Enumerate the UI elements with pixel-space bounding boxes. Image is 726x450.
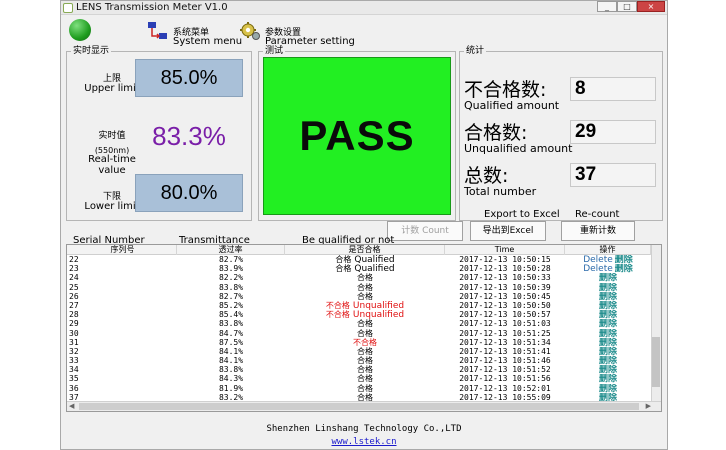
table-row[interactable]: 25 83.8% 2017-12-13 10:50:39 合格 删除 <box>67 282 661 293</box>
header-transmittance[interactable]: 透过率 <box>177 245 285 255</box>
pass-indicator: PASS <box>263 57 451 215</box>
toolbar: 系统菜单 System menu 参数设置 Parameter setting <box>61 15 667 47</box>
table-row[interactable]: 34 83.8% 2017-12-13 10:51:52 合格 删除 <box>67 365 661 375</box>
table-row[interactable]: 24 82.2% 2017-12-13 10:50:33 合格 删除 <box>67 273 661 283</box>
scroll-right-arrow-icon[interactable]: ▶ <box>646 402 651 410</box>
header-time[interactable]: Time <box>445 245 565 255</box>
row-result-zh: 合格 <box>357 365 373 375</box>
system-menu-label-en: System menu <box>173 36 243 47</box>
horizontal-scroll-thumb[interactable] <box>79 403 639 410</box>
realtime-group-label: 实时显示 <box>71 46 112 57</box>
fail-count-label-zh: 不合格数: <box>464 79 547 101</box>
recount-caption: Re-count <box>575 209 620 220</box>
pass-count-label-en: Unqualified amount <box>464 142 573 155</box>
network-icon <box>148 22 167 39</box>
header-result[interactable]: 是否合格 <box>285 245 445 255</box>
footer-company: Shenzhen Linshang Technology Co.,LTD <box>266 424 462 434</box>
minimize-button[interactable]: _ <box>597 1 617 12</box>
table-row[interactable]: 35 84.3% 2017-12-13 10:51:56 合格 删除 <box>67 374 661 384</box>
row-result-zh: 合格 <box>335 264 352 274</box>
recount-button[interactable]: 重新计数 <box>561 221 635 241</box>
vertical-scrollbar[interactable] <box>651 245 661 403</box>
total-count-value: 37 <box>570 163 656 187</box>
table-body: 22 82.7% 2017-12-13 10:50:15 合格 Qualified Del… <box>67 255 661 403</box>
upper-limit-value: 85.0% <box>135 59 243 97</box>
scroll-left-arrow-icon[interactable]: ◀ <box>69 402 74 410</box>
realtime-label-zh: 实时值 <box>98 131 126 141</box>
row-result-zh: 合格 <box>357 319 373 329</box>
system-menu-button[interactable]: 系统菜单 System menu <box>147 19 243 47</box>
row-result-zh: 合格 <box>357 291 373 301</box>
row-result-zh: 合格 <box>357 383 373 393</box>
fail-count-label-en: Qualified amount <box>464 99 560 112</box>
test-group-label: 测试 <box>263 46 286 57</box>
export-caption: Export to Excel <box>484 209 560 220</box>
horizontal-scrollbar[interactable]: ◀ ▶ <box>67 401 661 411</box>
table-row[interactable]: 28 85.4% 2017-12-13 10:50:57 不合格 Unqualified… <box>67 310 661 320</box>
table-row[interactable]: 33 84.1% 2017-12-13 10:51:46 合格 删除 <box>67 356 661 366</box>
window-title: LENS Transmission Meter V1.0 <box>76 2 228 13</box>
table-row[interactable]: 29 83.8% 2017-12-13 10:51:03 合格 删除 <box>67 319 661 329</box>
total-count-label-en: Total number <box>464 185 537 198</box>
table-row[interactable]: 27 85.2% 2017-12-13 10:50:50 不合格 Unqualified… <box>67 300 661 311</box>
header-serial[interactable]: 序列号 <box>69 245 177 255</box>
footer-link[interactable]: www.lstek.cn <box>61 437 667 447</box>
table-row[interactable]: 22 82.7% 2017-12-13 10:50:15 合格 Qualified Del… <box>67 255 661 265</box>
row-result-zh: 合格 <box>357 328 373 338</box>
header-operation[interactable]: 操作 <box>565 245 651 255</box>
count-button[interactable]: 计数 Count <box>387 221 463 241</box>
table-header: 序列号 透过率 是否合格 Time 操作 <box>67 245 661 255</box>
row-result-zh: 合格 <box>357 374 373 384</box>
row-result-zh: 合格 <box>357 273 373 283</box>
maximize-button[interactable]: □ <box>617 1 637 12</box>
row-result-zh: 合格 <box>357 282 373 292</box>
export-excel-button[interactable]: 导出到Excel <box>470 221 546 241</box>
total-count-label-zh: 总数: <box>464 165 509 187</box>
table-row[interactable]: 36 81.9% 2017-12-13 10:52:01 合格 删除 <box>67 383 661 394</box>
row-result-zh: 合格 <box>357 346 373 356</box>
pass-count-label-zh: 合格数: <box>464 122 528 144</box>
table-row[interactable]: 32 84.1% 2017-12-13 10:51:41 合格 删除 <box>67 346 661 357</box>
row-result-zh: 不合格 <box>353 337 377 347</box>
table-row[interactable]: 23 83.9% 2017-12-13 10:50:28 合格 Qualified Del… <box>67 264 661 274</box>
realtime-value: 83.3% <box>152 121 226 151</box>
row-result-zh: 不合格 <box>325 300 350 310</box>
fail-count-value: 8 <box>570 77 656 101</box>
lower-limit-value: 80.0% <box>135 174 243 212</box>
records-table[interactable]: 序列号 透过率 是否合格 Time 操作 22 82.7% 2017-12-13 1… <box>66 244 662 412</box>
stats-group-label: 统计 <box>464 46 487 57</box>
table-row[interactable]: 26 82.7% 2017-12-13 10:50:45 合格 删除 <box>67 291 661 302</box>
parameter-setting-button[interactable]: 参数设置 Parameter setting <box>239 19 359 47</box>
app-window: LENS Transmission Meter V1.0 _ □ × 系统菜单 … <box>60 0 668 450</box>
table-row[interactable]: 30 84.7% 2017-12-13 10:51:25 合格 删除 <box>67 328 661 339</box>
vertical-scroll-thumb[interactable] <box>652 337 660 387</box>
status-lamp-icon <box>69 19 91 41</box>
title-bar: LENS Transmission Meter V1.0 _ □ × <box>61 1 667 15</box>
row-result-zh: 合格 <box>335 255 352 264</box>
close-button[interactable]: × <box>637 1 665 12</box>
table-row[interactable]: 31 87.5% 2017-12-13 10:51:34 不合格 删除 <box>67 337 661 348</box>
row-result-zh: 合格 <box>357 356 373 366</box>
gear-icon <box>240 22 260 40</box>
row-result-zh: 不合格 <box>325 310 350 320</box>
pass-count-value: 29 <box>570 120 656 144</box>
app-icon <box>63 3 73 13</box>
